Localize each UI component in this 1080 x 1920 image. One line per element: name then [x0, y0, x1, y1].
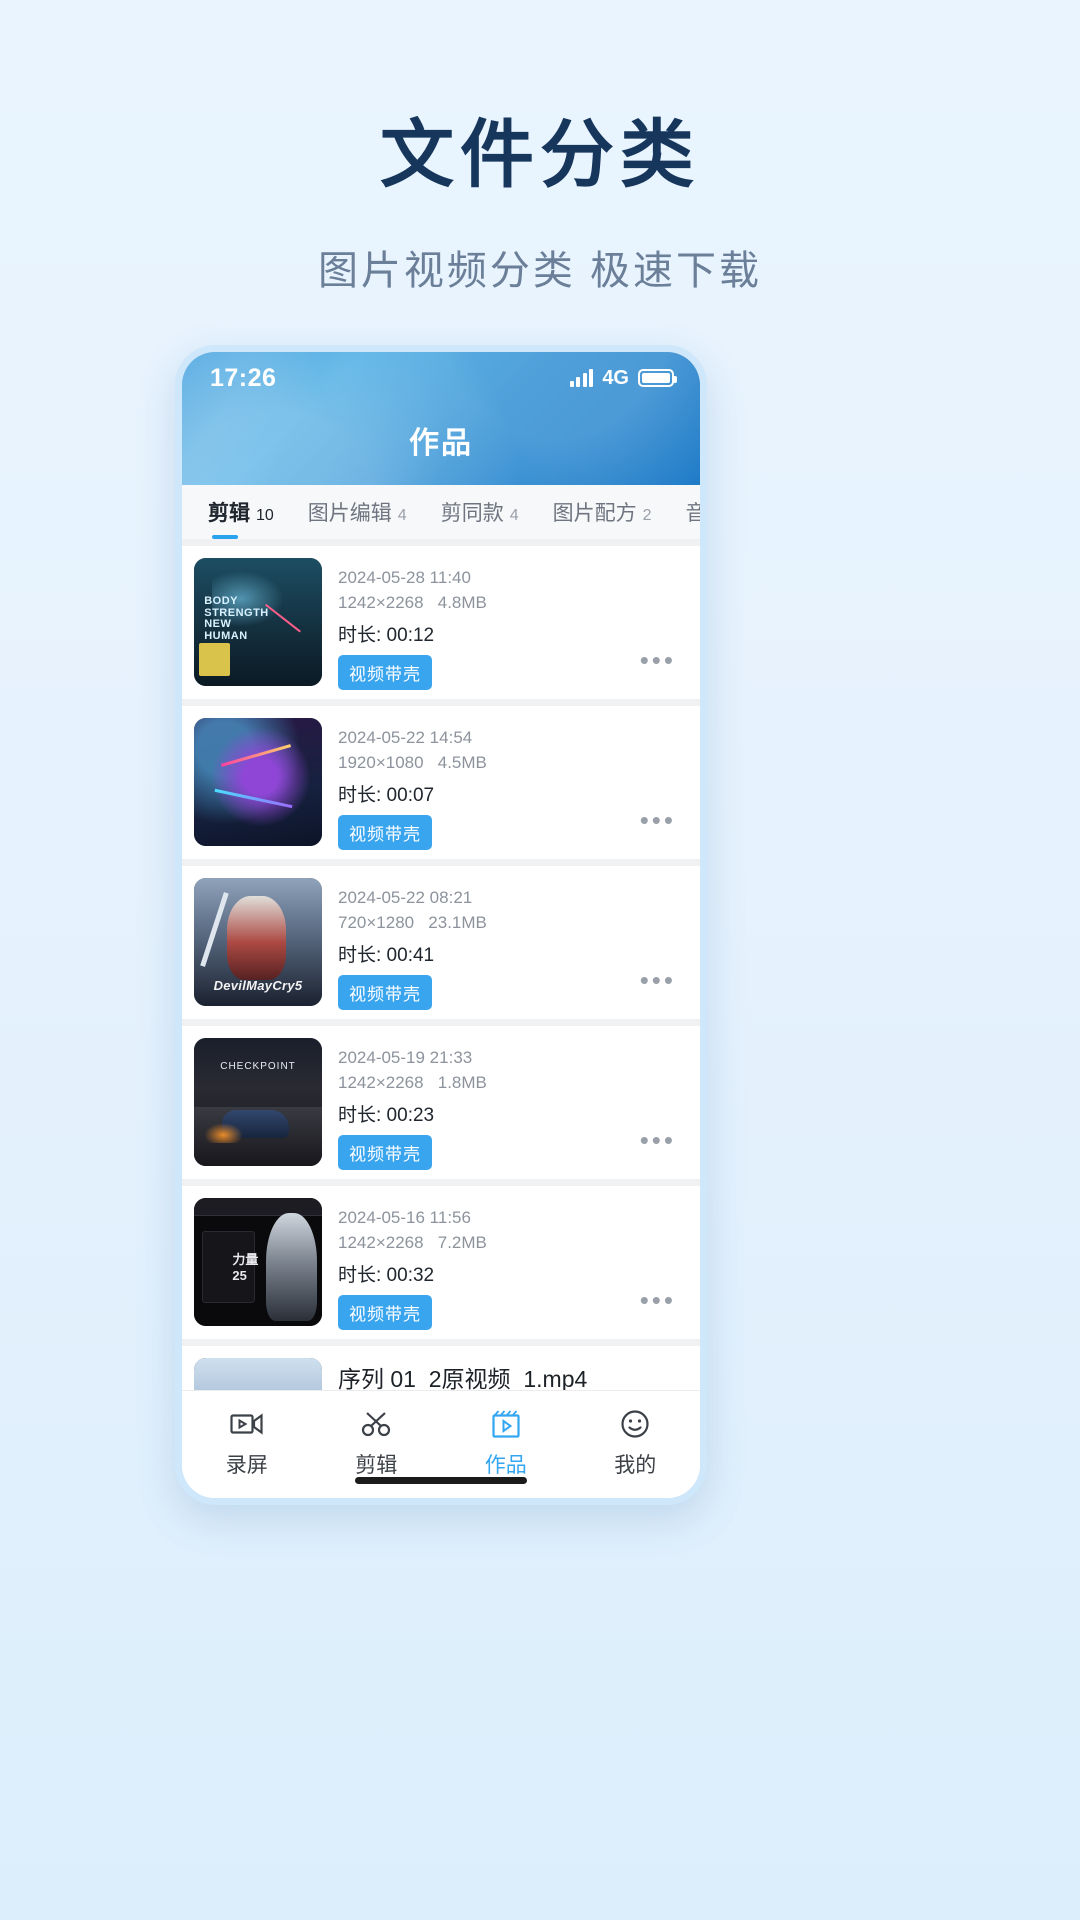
promo-header: 文件分类 图片视频分类 极速下载	[0, 0, 1080, 296]
video-thumbnail[interactable]: BODY STRENGTH NEW HUMAN	[194, 558, 322, 686]
video-thumbnail[interactable]: 力量 25	[194, 1198, 322, 1326]
tab-count: 10	[256, 507, 274, 524]
more-dots-icon[interactable]: •••	[640, 647, 676, 673]
category-tabs[interactable]: 剪辑 10 图片编辑 4 剪同款 4 图片配方 2 音乐相册	[182, 485, 700, 539]
battery-full-icon	[638, 369, 677, 387]
file-duration: 时长: 00:07	[338, 785, 435, 806]
nav-item-jianji[interactable]: 剪辑	[312, 1405, 442, 1479]
video-shell-badge[interactable]: 视频带壳	[338, 1295, 432, 1330]
file-dimensions-size: 1242×2268 7.2MB	[338, 1233, 686, 1253]
list-item[interactable]: BODYSTRENGTHNEWHUMAN ScreenRecorder 2024…	[182, 546, 700, 699]
file-dimensions-size: 720×1280 23.1MB	[338, 913, 686, 933]
more-dots-icon[interactable]: •••	[640, 967, 676, 993]
video-camera-icon	[182, 1405, 312, 1443]
item-meta: 0e080e09bab644ad8de0b15f7...mp4 2024-05-…	[322, 878, 686, 1010]
video-thumbnail[interactable]: DevilMayCry5	[194, 878, 322, 1006]
nav-item-luping[interactable]: 录屏	[182, 1405, 312, 1479]
file-size: 23.1MB	[428, 913, 487, 932]
tab-label: 剪同款	[440, 502, 504, 525]
file-date: 2024-05-19 21:33	[338, 1048, 473, 1067]
item-meta: 序列 01_2原视频_1.mp4	[322, 1358, 686, 1390]
list-item[interactable]: 力量25 2f84e21ebcc747578aa2faf8fc...mp4 20…	[182, 1186, 700, 1339]
status-clock: 17:26	[210, 363, 277, 392]
file-duration: 时长: 00:23	[338, 1105, 435, 1126]
video-shell-badge[interactable]: 视频带壳	[338, 975, 432, 1010]
phone-mockup: 17:26 4G 作品 剪辑 10 图片编辑 4 剪同款 4 图片配方 2 音乐…	[175, 345, 707, 1505]
list-item[interactable]: 27029394.mp4 2024-05-22 14:54 1920×1080 …	[182, 706, 700, 859]
list-item[interactable]: CHECKPOINT 27031157.mp4 2024-05-19 21:33…	[182, 1026, 700, 1179]
nav-label: 剪辑	[355, 1454, 398, 1477]
nav-label: 作品	[484, 1454, 527, 1477]
tab-count: 4	[397, 507, 407, 524]
file-duration: 时长: 00:32	[338, 1265, 435, 1286]
file-dimensions-size: 1242×2268 4.8MB	[338, 593, 686, 613]
file-dimensions: 720×1280	[338, 913, 415, 932]
file-size: 1.8MB	[437, 1073, 487, 1092]
file-dimensions-size: 1242×2268 1.8MB	[338, 1073, 686, 1093]
more-dots-icon[interactable]: •••	[640, 807, 676, 833]
file-dimensions: 1242×2268	[338, 593, 424, 612]
nav-item-zuopin[interactable]: 作品	[441, 1405, 571, 1479]
page-title: 文件分类	[380, 113, 700, 196]
file-date: 2024-05-16 11:56	[338, 1208, 471, 1227]
status-indicators: 4G	[569, 366, 677, 390]
scissors-icon	[312, 1405, 442, 1443]
film-play-icon	[441, 1405, 571, 1443]
tab-label: 图片配方	[552, 502, 637, 525]
video-thumbnail[interactable]	[194, 718, 322, 846]
item-meta: 2f84e21ebcc747578aa2faf8fc...mp4 2024-05…	[322, 1198, 686, 1330]
nav-label: 录屏	[225, 1454, 268, 1477]
network-type-label: 4G	[602, 366, 629, 389]
tab-jianji[interactable]: 剪辑 10	[208, 497, 274, 539]
file-name: 序列 01_2原视频_1.mp4	[338, 1366, 588, 1390]
signal-bars-icon	[569, 369, 594, 387]
app-header: 17:26 4G 作品	[182, 352, 700, 485]
file-size: 7.2MB	[437, 1233, 487, 1252]
tab-yinyuexiangce[interactable]: 音乐相册	[686, 497, 700, 527]
tab-label: 音乐相册	[686, 497, 700, 527]
file-dimensions-size: 1920×1080 4.5MB	[338, 753, 686, 773]
item-meta: ScreenRecorder 20240326100...mp4 2024-05…	[322, 558, 686, 690]
file-date: 2024-05-22 14:54	[338, 728, 473, 747]
list-item[interactable]: DevilMayCry5 0e080e09bab644ad8de0b15f7..…	[182, 866, 700, 1019]
tab-tupianbianji[interactable]: 图片编辑 4	[308, 497, 407, 527]
nav-label: 我的	[614, 1454, 657, 1477]
video-shell-badge[interactable]: 视频带壳	[338, 815, 432, 850]
item-meta: 27029394.mp4 2024-05-22 14:54 1920×1080 …	[322, 718, 686, 850]
file-dimensions: 1920×1080	[338, 753, 424, 772]
file-date: 2024-05-28 11:40	[338, 568, 471, 587]
file-size: 4.5MB	[437, 753, 487, 772]
file-date: 2024-05-22 08:21	[338, 888, 473, 907]
file-dimensions: 1242×2268	[338, 1233, 424, 1252]
more-dots-icon[interactable]: •••	[640, 1127, 676, 1153]
screen-title: 作品	[409, 427, 473, 460]
status-bar: 17:26 4G	[182, 352, 700, 404]
more-dots-icon[interactable]: •••	[640, 1287, 676, 1313]
video-thumbnail[interactable]: CHECKPOINT	[194, 1038, 322, 1166]
tab-label: 图片编辑	[307, 502, 392, 525]
works-list[interactable]: BODYSTRENGTHNEWHUMAN ScreenRecorder 2024…	[182, 539, 700, 1390]
nav-item-wode[interactable]: 我的	[571, 1405, 701, 1479]
file-size: 4.8MB	[437, 593, 487, 612]
tab-tupianpeifang[interactable]: 图片配方 2	[553, 497, 652, 527]
page-subtitle: 图片视频分类 极速下载	[317, 249, 763, 293]
item-meta: 27031157.mp4 2024-05-19 21:33 1242×2268 …	[322, 1038, 686, 1170]
file-duration: 时长: 00:12	[338, 625, 435, 646]
video-thumbnail[interactable]	[194, 1358, 322, 1390]
tab-count: 4	[509, 507, 519, 524]
tab-count: 2	[642, 507, 652, 524]
file-duration: 时长: 00:41	[338, 945, 435, 966]
list-item[interactable]: 序列 01_2原视频_1.mp4	[182, 1346, 700, 1390]
video-shell-badge[interactable]: 视频带壳	[338, 655, 432, 690]
home-indicator	[355, 1477, 527, 1484]
tab-jiantongkuan[interactable]: 剪同款 4	[441, 497, 519, 527]
smiley-face-icon	[571, 1405, 701, 1443]
tab-label: 剪辑	[208, 502, 250, 525]
file-dimensions: 1242×2268	[338, 1073, 424, 1092]
video-shell-badge[interactable]: 视频带壳	[338, 1135, 432, 1170]
